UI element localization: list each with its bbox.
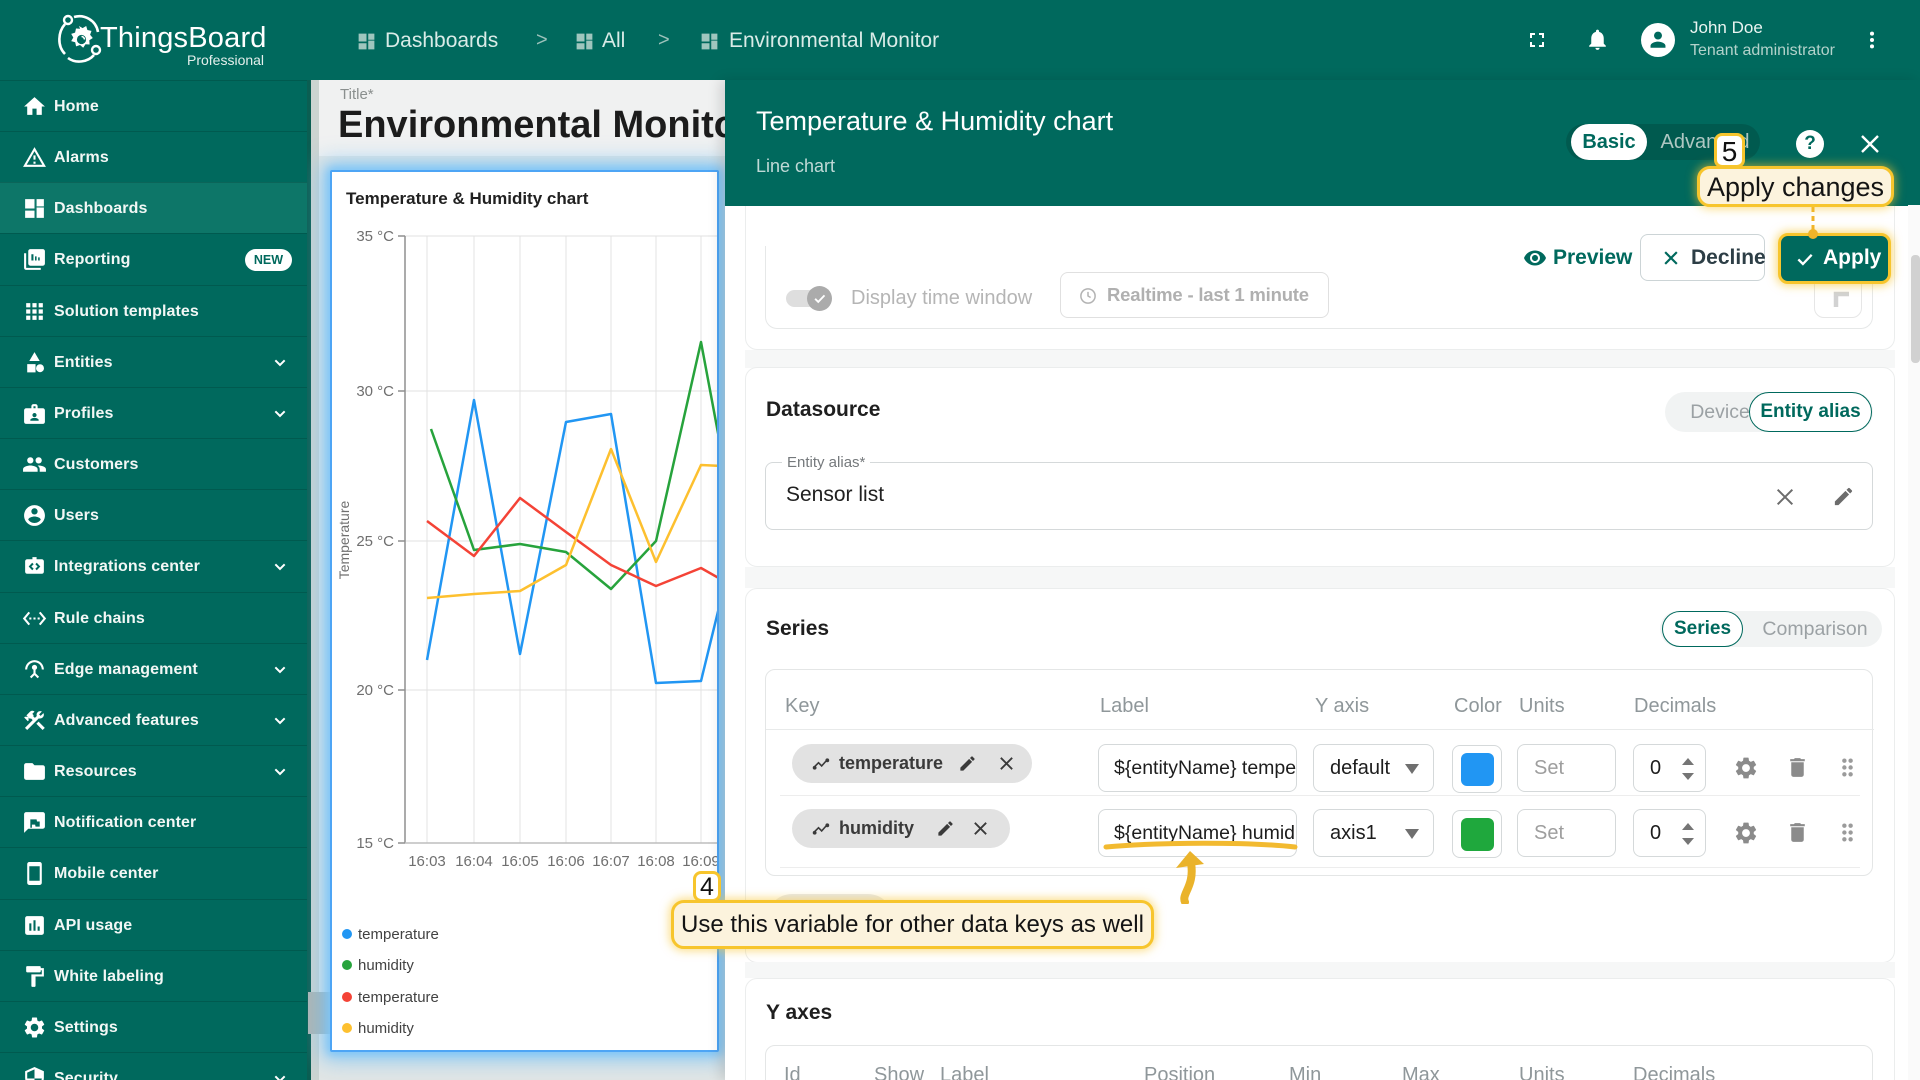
svg-text:25 °C: 25 °C (356, 533, 394, 550)
svg-text:20 °C: 20 °C (356, 682, 394, 699)
svg-text:16:06: 16:06 (547, 853, 585, 870)
svg-text:16:04: 16:04 (455, 853, 493, 870)
svg-text:35 °C: 35 °C (356, 228, 394, 245)
svg-text:humidity: humidity (358, 1020, 414, 1037)
svg-text:humidity: humidity (358, 957, 414, 974)
svg-text:16:05: 16:05 (501, 853, 539, 870)
svg-text:16:03: 16:03 (408, 853, 446, 870)
svg-text:16:09: 16:09 (682, 853, 717, 870)
svg-text:15 °C: 15 °C (356, 835, 394, 852)
svg-text:16:08: 16:08 (637, 853, 675, 870)
svg-text:16:07: 16:07 (592, 853, 630, 870)
svg-text:Temperature: Temperature (336, 500, 352, 579)
svg-text:30 °C: 30 °C (356, 383, 394, 400)
svg-text:temperature: temperature (358, 989, 439, 1006)
svg-text:temperature: temperature (358, 926, 439, 943)
